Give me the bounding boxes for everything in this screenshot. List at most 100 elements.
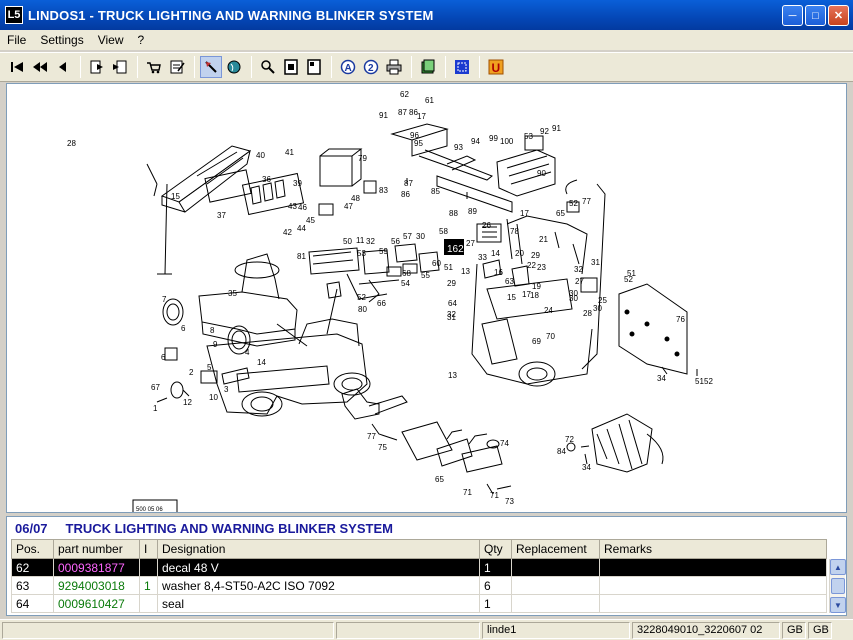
part-label[interactable]: 87 xyxy=(398,108,407,117)
part-label[interactable]: 52 xyxy=(704,377,713,386)
part-label[interactable]: 27 xyxy=(575,277,584,286)
part-label[interactable]: 71 xyxy=(463,488,472,497)
scroll-up-icon[interactable]: ▲ xyxy=(830,559,846,575)
part-label[interactable]: 67 xyxy=(151,383,160,392)
part-label[interactable]: 68 xyxy=(402,269,411,278)
part-label[interactable]: 80 xyxy=(358,305,367,314)
part-label[interactable]: 27 xyxy=(466,239,475,248)
part-label[interactable]: 89 xyxy=(468,207,477,216)
part-label[interactable]: 81 xyxy=(297,252,306,261)
part-label[interactable]: 16 xyxy=(494,268,503,277)
part-label[interactable]: 22 xyxy=(527,261,536,270)
part-label[interactable]: 7 xyxy=(162,295,167,304)
part-label[interactable]: 31 xyxy=(591,258,600,267)
part-label[interactable]: 58 xyxy=(439,227,448,236)
part-label[interactable]: 51 xyxy=(444,263,453,272)
part-label[interactable]: 90 xyxy=(537,169,546,178)
part-label[interactable]: 91 xyxy=(552,124,561,133)
part-label[interactable]: 62 xyxy=(400,90,409,99)
part-label[interactable]: 56 xyxy=(391,237,400,246)
part-label[interactable]: 15 xyxy=(507,293,516,302)
col-qty[interactable]: Qty xyxy=(479,539,512,559)
part-label[interactable]: 18 xyxy=(530,291,539,300)
part-label[interactable]: 60 xyxy=(432,259,441,268)
prev-icon[interactable] xyxy=(52,56,74,78)
part-label[interactable]: 17 xyxy=(417,112,426,121)
page-alt-icon[interactable] xyxy=(303,56,325,78)
part-label[interactable]: 28 xyxy=(583,309,592,318)
part-label[interactable]: 9 xyxy=(213,340,218,349)
col-part-number[interactable]: part number xyxy=(53,539,140,559)
part-label[interactable]: 99 xyxy=(489,134,498,143)
part-label[interactable]: 65 xyxy=(556,209,565,218)
scroll-down-icon[interactable]: ▼ xyxy=(830,597,846,613)
part-label[interactable]: 54 xyxy=(401,279,410,288)
grid-icon[interactable] xyxy=(451,56,473,78)
part-label[interactable]: 30 xyxy=(416,232,425,241)
part-label[interactable]: 17 xyxy=(520,209,529,218)
part-label[interactable]: 61 xyxy=(425,96,434,105)
number-search-icon[interactable]: 2 xyxy=(360,56,382,78)
maximize-icon[interactable]: □ xyxy=(805,5,826,26)
cart-icon[interactable] xyxy=(143,56,165,78)
part-label[interactable]: 84 xyxy=(557,447,566,456)
col-replacement[interactable]: Replacement xyxy=(511,539,600,559)
exploded-view-drawing[interactable]: 162 500 05 06 62 61 91 87 86 17 96 95 93 94 99 100 5… xyxy=(6,83,847,513)
part-label[interactable]: 48 xyxy=(351,194,360,203)
col-pos[interactable]: Pos. xyxy=(11,539,54,559)
part-label[interactable]: 52 xyxy=(624,275,633,284)
part-label[interactable]: 79 xyxy=(358,154,367,163)
part-label[interactable]: 28 xyxy=(67,139,76,148)
part-label[interactable]: 52 xyxy=(357,293,366,302)
part-label[interactable]: 42 xyxy=(283,228,292,237)
part-label[interactable]: 47 xyxy=(344,202,353,211)
part-label[interactable]: 77 xyxy=(367,432,376,441)
table-row[interactable]: 62 0009381877 decal 48 V 1 xyxy=(11,558,827,577)
part-label[interactable]: 55 xyxy=(421,271,430,280)
part-label[interactable]: 75 xyxy=(378,443,387,452)
part-label[interactable]: 1 xyxy=(153,404,158,413)
part-label[interactable]: 8 xyxy=(210,326,215,335)
part-label[interactable]: 6 xyxy=(181,324,186,333)
part-label[interactable]: 11 xyxy=(356,236,365,245)
part-label[interactable]: 59 xyxy=(379,247,388,256)
part-label[interactable]: 95 xyxy=(414,139,423,148)
part-label[interactable]: 21 xyxy=(539,235,548,244)
part-label[interactable]: 35 xyxy=(228,289,237,298)
part-label[interactable]: 93 xyxy=(454,143,463,152)
part-label[interactable]: 53 xyxy=(524,132,533,141)
minimize-icon[interactable]: ─ xyxy=(782,5,803,26)
part-label[interactable]: 57 xyxy=(403,232,412,241)
part-label[interactable]: 3 xyxy=(224,385,229,394)
part-label[interactable]: 29 xyxy=(531,251,540,260)
part-label[interactable]: 39 xyxy=(293,179,302,188)
part-label[interactable]: 14 xyxy=(257,358,266,367)
part-label[interactable]: 52 xyxy=(569,199,578,208)
part-label[interactable]: 30 xyxy=(569,289,578,298)
page-icon[interactable] xyxy=(280,56,302,78)
part-label[interactable]: 83 xyxy=(379,186,388,195)
part-label[interactable]: 69 xyxy=(532,337,541,346)
part-label[interactable]: 19 xyxy=(532,282,541,291)
part-label[interactable]: 13 xyxy=(448,371,457,380)
part-label[interactable]: 45 xyxy=(306,216,315,225)
part-label[interactable]: 94 xyxy=(471,137,480,146)
menu-file[interactable]: File xyxy=(0,33,33,47)
part-label[interactable]: 63 xyxy=(505,277,514,286)
part-label[interactable]: 29 xyxy=(447,279,456,288)
part-label[interactable]: 44 xyxy=(297,224,306,233)
print-icon[interactable] xyxy=(383,56,405,78)
part-label[interactable]: 24 xyxy=(544,306,553,315)
book-icon[interactable] xyxy=(417,56,439,78)
part-label[interactable]: 14 xyxy=(491,249,500,258)
part-label[interactable]: 32 xyxy=(366,237,375,246)
part-label[interactable]: 72 xyxy=(565,435,574,444)
table-row[interactable]: 63 9294003018 1 washer 8,4-ST50-A2C ISO … xyxy=(11,576,827,595)
export-icon[interactable] xyxy=(86,56,108,78)
part-label[interactable]: 10 xyxy=(209,393,218,402)
part-label[interactable]: 91 xyxy=(379,111,388,120)
part-label[interactable]: 17 xyxy=(522,290,531,299)
part-label[interactable]: 34 xyxy=(582,463,591,472)
part-label[interactable]: 36 xyxy=(262,175,271,184)
table-scrollbar[interactable]: ▲ ▼ xyxy=(829,559,846,613)
